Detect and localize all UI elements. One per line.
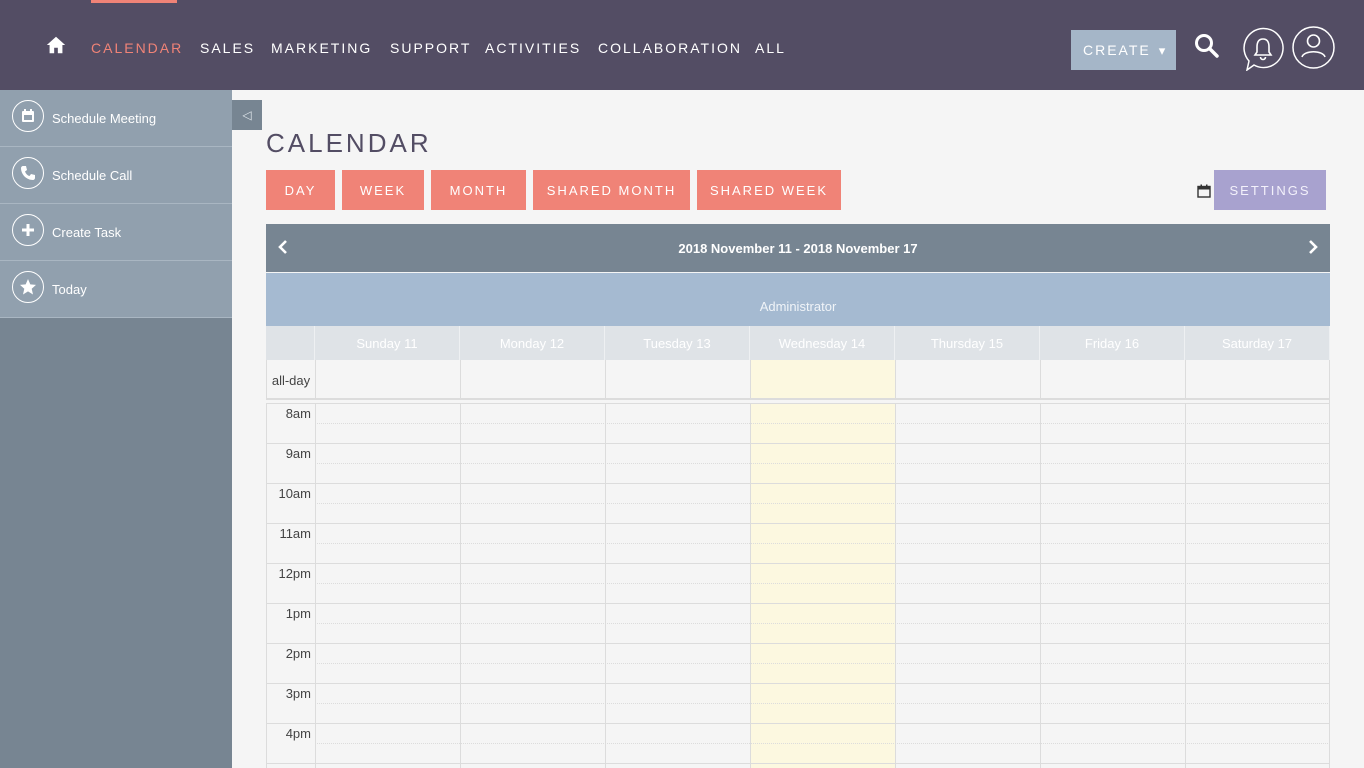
chevron-right-icon[interactable] — [1304, 238, 1322, 256]
time-label: 2pm — [285, 646, 311, 661]
half-hour-line — [315, 463, 1330, 464]
day-view-button[interactable]: DAY — [266, 170, 335, 210]
page-title: CALENDAR — [266, 128, 432, 158]
hour-line — [266, 563, 1330, 564]
time-slots: 8am 9am 10am 11am 12pm 1pm 2pm 3pm 4pm — [266, 403, 1330, 768]
day-column[interactable] — [605, 403, 750, 768]
month-view-button[interactable]: MONTH — [431, 170, 526, 210]
time-label: 4pm — [285, 726, 311, 741]
nav-item-all[interactable]: ALL — [755, 40, 786, 56]
active-tab-indicator — [91, 0, 177, 3]
star-icon — [12, 270, 44, 303]
user-avatar-icon[interactable] — [1292, 26, 1335, 69]
day-column[interactable] — [315, 403, 460, 768]
time-label: 9am — [285, 446, 311, 461]
day-column[interactable] — [460, 403, 605, 768]
half-hour-line — [315, 703, 1330, 704]
allday-cell[interactable] — [460, 360, 605, 398]
chevron-down-icon: ▾ — [1158, 43, 1166, 58]
sidebar-item-create-task[interactable]: Create Task — [0, 204, 232, 261]
nav-item-support[interactable]: SUPPORT — [390, 40, 471, 56]
sidebar-item-schedule-meeting[interactable]: Schedule Meeting — [0, 90, 232, 147]
sidebar-item-label: Schedule Call — [52, 167, 133, 183]
sidebar-collapse-icon[interactable]: ◁ — [232, 100, 262, 130]
hour-line — [266, 403, 1330, 404]
chevron-left-icon[interactable] — [274, 238, 292, 256]
half-hour-line — [315, 663, 1330, 664]
plus-icon — [12, 213, 44, 246]
week-view-button[interactable]: WEEK — [342, 170, 424, 210]
day-header-thursday: Thursday 15 — [895, 326, 1040, 360]
allday-cell-today[interactable] — [750, 360, 895, 398]
sidebar: Schedule Meeting Schedule Call Create Ta… — [0, 90, 232, 768]
allday-cell[interactable] — [1185, 360, 1330, 398]
calendar-user-band: Administrator — [266, 273, 1330, 326]
day-header-saturday: Saturday 17 — [1185, 326, 1330, 360]
shared-week-view-button[interactable]: SHARED WEEK — [697, 170, 841, 210]
home-icon[interactable] — [45, 34, 67, 56]
time-label: 3pm — [285, 686, 311, 701]
hour-line — [266, 643, 1330, 644]
calendar-range-header: 2018 November 11 - 2018 November 17 — [266, 224, 1330, 272]
create-button[interactable]: CREATE ▾ — [1071, 30, 1176, 70]
nav-item-calendar[interactable]: CALENDAR — [91, 40, 183, 56]
half-hour-line — [315, 503, 1330, 504]
half-hour-line — [315, 623, 1330, 624]
date-range-label: 2018 November 11 - 2018 November 17 — [678, 240, 918, 256]
top-navbar: CALENDAR SALES MARKETING SUPPORT ACTIVIT… — [0, 0, 1364, 90]
create-button-label: CREATE — [1083, 42, 1151, 58]
allday-cell[interactable] — [315, 360, 460, 398]
hour-line — [266, 763, 1330, 764]
allday-row: all-day — [266, 360, 1330, 400]
sidebar-item-label: Create Task — [52, 224, 122, 240]
day-column[interactable] — [895, 403, 1040, 768]
day-header-monday: Monday 12 — [460, 326, 605, 360]
day-header-friday: Friday 16 — [1040, 326, 1185, 360]
hour-line — [266, 683, 1330, 684]
settings-button[interactable]: SETTINGS — [1214, 170, 1326, 210]
date-picker-icon[interactable] — [1197, 184, 1211, 198]
time-label: 11am — [279, 526, 311, 541]
hour-line — [266, 603, 1330, 604]
day-header-sunday: Sunday 11 — [315, 326, 460, 360]
sidebar-item-today[interactable]: Today — [0, 261, 232, 318]
day-header-tuesday: Tuesday 13 — [605, 326, 750, 360]
week-grid: Sunday 11 Monday 12 Tuesday 13 Wednesday… — [266, 326, 1330, 768]
time-label: 1pm — [285, 606, 311, 621]
allday-cell[interactable] — [895, 360, 1040, 398]
half-hour-line — [315, 583, 1330, 584]
time-label: 12pm — [278, 566, 311, 581]
half-hour-line — [315, 543, 1330, 544]
sidebar-item-label: Today — [52, 281, 87, 297]
allday-cell[interactable] — [1040, 360, 1185, 398]
phone-icon — [12, 156, 44, 189]
hour-line — [266, 523, 1330, 524]
half-hour-line — [315, 743, 1330, 744]
time-label: 8am — [285, 406, 311, 421]
day-header-wednesday: Wednesday 14 — [750, 326, 895, 360]
day-column[interactable] — [1185, 403, 1330, 768]
day-column-today[interactable] — [750, 403, 895, 768]
grid-gutter-header — [266, 326, 315, 360]
nav-item-collaboration[interactable]: COLLABORATION — [598, 40, 742, 56]
nav-item-activities[interactable]: ACTIVITIES — [485, 40, 581, 56]
nav-item-marketing[interactable]: MARKETING — [271, 40, 372, 56]
half-hour-line — [315, 423, 1330, 424]
notification-bell-icon[interactable] — [1242, 27, 1284, 71]
calendar-user-name: Administrator — [759, 299, 837, 314]
time-label: 10am — [278, 486, 311, 501]
sidebar-item-schedule-call[interactable]: Schedule Call — [0, 147, 232, 204]
nav-item-sales[interactable]: SALES — [200, 40, 255, 56]
allday-label: all-day — [266, 360, 315, 400]
calendar-icon — [12, 99, 44, 132]
hour-line — [266, 723, 1330, 724]
day-column[interactable] — [1040, 403, 1185, 768]
search-icon[interactable] — [1194, 33, 1220, 59]
sidebar-item-label: Schedule Meeting — [52, 110, 157, 126]
hour-line — [266, 443, 1330, 444]
allday-cell[interactable] — [605, 360, 750, 398]
hour-line — [266, 483, 1330, 484]
shared-month-view-button[interactable]: SHARED MONTH — [533, 170, 690, 210]
grid-right-border — [1329, 360, 1330, 768]
